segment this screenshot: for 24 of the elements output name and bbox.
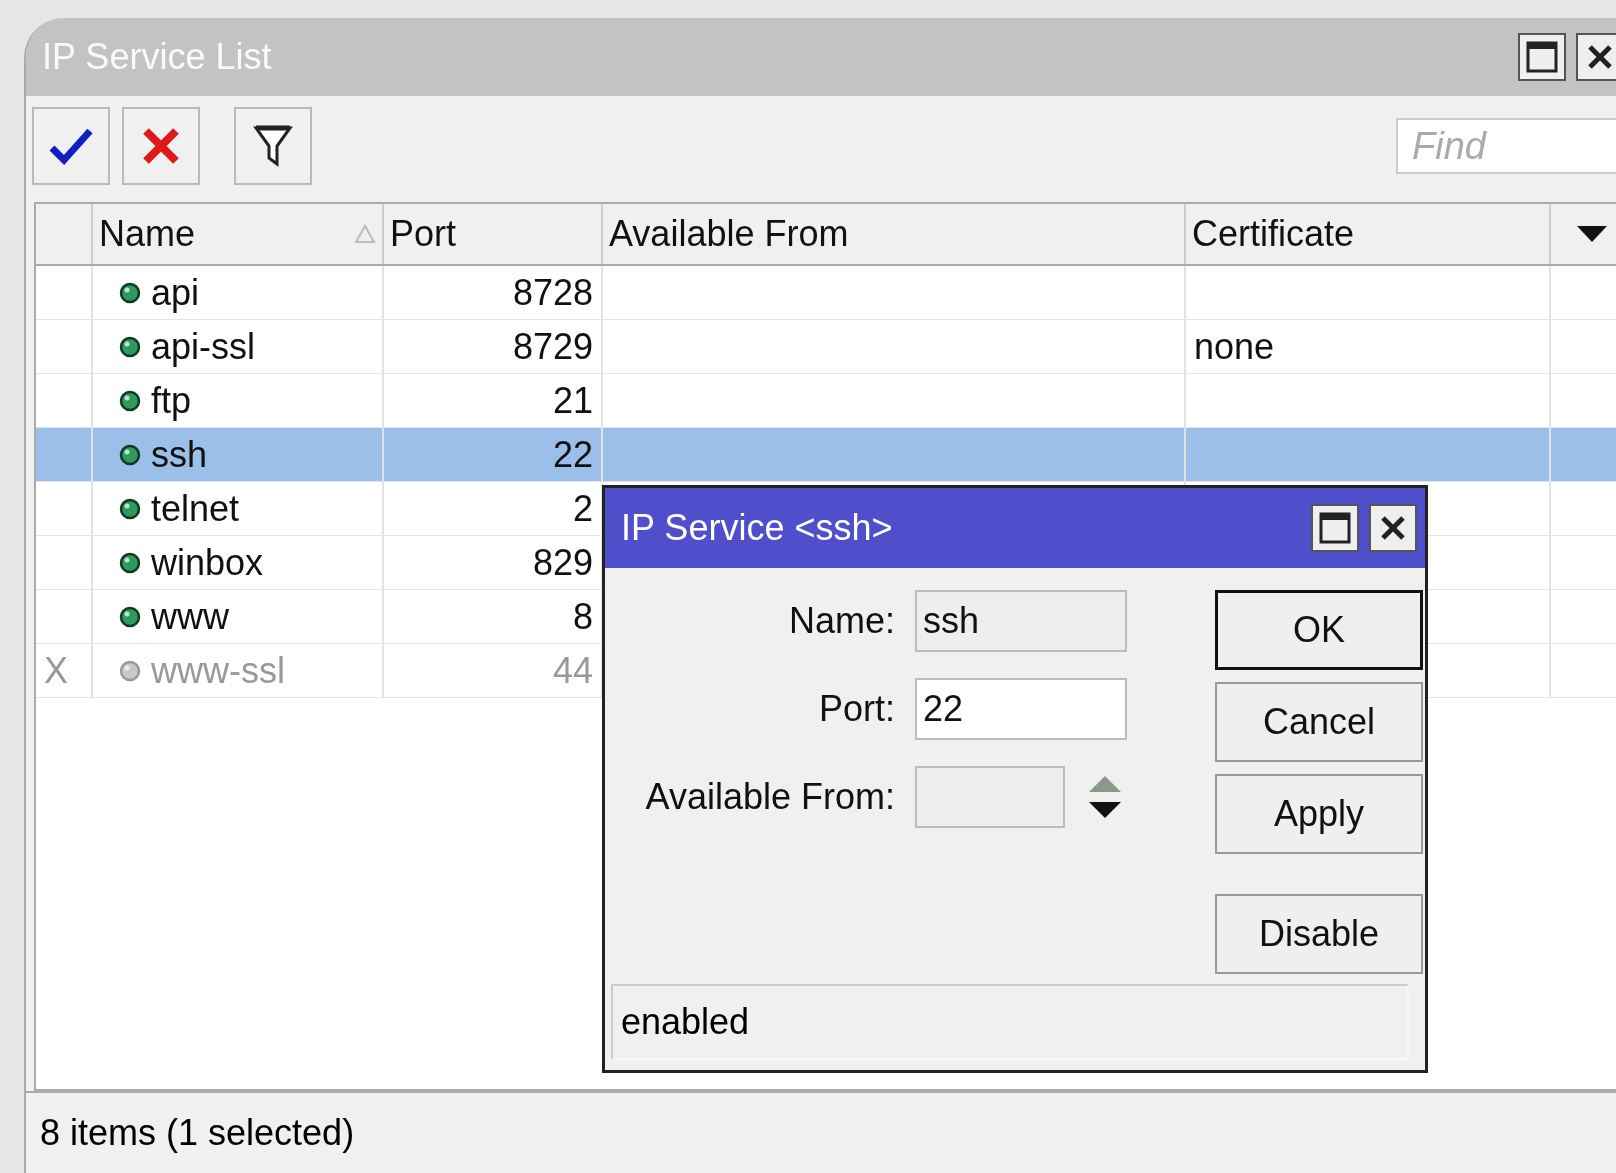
name-cell: www bbox=[151, 595, 229, 638]
port-cell: 2 bbox=[572, 487, 593, 530]
name-cell: ssh bbox=[151, 433, 208, 476]
dialog-title: IP Service <ssh> bbox=[621, 507, 894, 549]
name-cell: www-ssl bbox=[151, 649, 285, 692]
flag-cell: X bbox=[44, 649, 68, 692]
port-cell: 8729 bbox=[512, 325, 593, 368]
port-cell: 22 bbox=[552, 433, 593, 476]
port-cell: 8728 bbox=[512, 271, 593, 314]
port-cell: 8 bbox=[572, 595, 593, 638]
port-cell: 21 bbox=[552, 379, 593, 422]
port-cell: 44 bbox=[552, 649, 593, 692]
port-cell: 829 bbox=[532, 541, 593, 584]
name-cell: api-ssl bbox=[151, 325, 256, 368]
name-cell: ftp bbox=[151, 379, 192, 422]
name-cell: winbox bbox=[151, 541, 264, 584]
certificate-cell: none bbox=[1194, 325, 1275, 368]
field-label: Available From: bbox=[644, 776, 895, 818]
name-cell: api bbox=[151, 271, 200, 314]
field-label: Name: bbox=[787, 600, 895, 642]
field-label: Port: bbox=[817, 688, 895, 730]
name-cell: telnet bbox=[151, 487, 240, 530]
dialog-status-field: enabled bbox=[611, 984, 1409, 1060]
status-bar: 8 items (1 selected) bbox=[26, 1091, 1616, 1173]
